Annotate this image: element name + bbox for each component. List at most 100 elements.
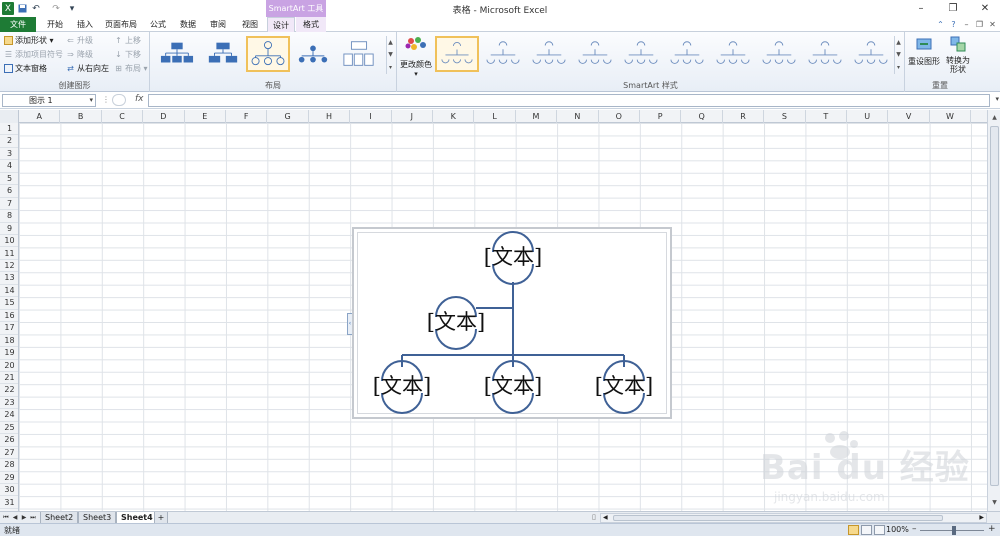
tab-page-layout[interactable]: 页面布局 [100,17,142,32]
row-header[interactable]: 23 [0,397,18,410]
row-header[interactable]: 7 [0,198,18,211]
column-header[interactable]: K [433,110,475,123]
layout-option-table-hierarchy[interactable] [338,36,380,72]
column-header[interactable]: L [474,110,516,123]
column-header[interactable]: O [599,110,640,123]
column-header[interactable]: B [60,110,102,123]
row-header[interactable]: 1 [0,123,18,136]
scroll-up-icon[interactable]: ▲ [988,112,1000,124]
smartart-node-text[interactable]: [文本] [473,373,553,399]
tab-file[interactable]: 文件 [0,17,36,32]
row-header[interactable]: 31 [0,497,18,509]
row-header[interactable]: 25 [0,422,18,435]
tab-split-handle-icon[interactable]: ▯ [592,513,596,521]
smartart-style-option[interactable] [665,36,709,72]
workbook-restore-icon[interactable]: ❐ [974,19,985,30]
column-header[interactable]: M [516,110,558,123]
layout-option-org-chart[interactable] [156,36,198,72]
workbook-minimize-icon[interactable]: – [961,19,972,30]
column-header[interactable]: J [392,110,433,123]
column-header[interactable]: N [557,110,599,123]
column-header[interactable]: I [350,110,392,123]
smartart-style-option[interactable] [803,36,847,72]
smartart-node-text[interactable]: [文本] [584,373,664,399]
tab-format[interactable]: 格式 [296,17,326,32]
smartart-style-option[interactable] [481,36,525,72]
row-header[interactable]: 6 [0,185,18,198]
smartart-node-text[interactable]: [文本] [473,244,553,270]
scroll-up-icon[interactable]: ▲ [896,39,901,46]
column-header[interactable]: H [309,110,351,123]
zoom-in-icon[interactable]: + [988,524,996,534]
layout-option-circle-hierarchy[interactable] [246,36,290,72]
zoom-level[interactable]: 100% [886,525,909,534]
row-header[interactable]: 30 [0,484,18,497]
add-bullet-button[interactable]: ☰ 添加项目符号 [4,48,63,61]
row-header[interactable]: 12 [0,260,18,273]
column-header[interactable]: A [19,110,61,123]
scroll-down-icon[interactable]: ▼ [896,51,901,58]
help-icon[interactable]: ? [948,19,959,30]
row-header[interactable]: 5 [0,173,18,186]
column-header[interactable]: W [930,110,972,123]
style-gallery-scroller[interactable]: ▲ ▼ ▾ [894,36,902,74]
gallery-more-icon[interactable]: ▾ [389,64,392,71]
row-header[interactable]: 29 [0,472,18,485]
zoom-out-icon[interactable]: – [912,524,917,534]
restore-icon[interactable]: ❐ [942,0,964,17]
column-header[interactable]: D [143,110,185,123]
column-header[interactable]: Q [681,110,723,123]
row-header[interactable]: 19 [0,347,18,360]
vertical-scrollbar[interactable]: ▲ ▼ [987,110,1000,511]
scroll-left-icon[interactable]: ◀ [603,514,608,521]
smartart-style-option[interactable] [849,36,893,72]
column-header[interactable]: T [806,110,847,123]
workbook-close-icon[interactable]: ✕ [987,19,998,30]
name-box-dropdown-icon[interactable]: ▾ [89,95,93,106]
text-pane-button[interactable]: 文本窗格 [4,62,47,75]
smartart-style-option[interactable] [711,36,755,72]
column-header[interactable]: E [185,110,226,123]
formula-bar-splitter-icon[interactable]: ⋮ [102,95,110,104]
row-header[interactable]: 26 [0,434,18,447]
tab-design[interactable]: 设计 [267,17,295,33]
tab-home[interactable]: 开始 [40,17,70,32]
column-header[interactable]: V [888,110,930,123]
close-icon[interactable]: ✕ [974,0,996,17]
column-header[interactable]: R [723,110,765,123]
gallery-more-icon[interactable]: ▾ [897,64,900,71]
demote-button[interactable]: ⇒ 降级 [66,48,93,61]
row-header[interactable]: 28 [0,459,18,472]
layout-gallery-scroller[interactable]: ▲ ▼ ▾ [386,36,394,74]
move-down-button[interactable]: ↓ 下移 [114,48,141,61]
tab-formulas[interactable]: 公式 [143,17,173,32]
scroll-down-icon[interactable]: ▼ [388,51,393,58]
row-header[interactable]: 18 [0,335,18,348]
smartart-style-option[interactable] [527,36,571,72]
expand-formula-bar-icon[interactable]: ▾ [995,95,999,103]
smartart-style-option[interactable] [619,36,663,72]
column-header[interactable]: U [847,110,889,123]
add-shape-button[interactable]: 添加形状 ▾ [4,34,54,47]
row-header[interactable]: 9 [0,223,18,236]
right-to-left-button[interactable]: ⇄ 从右向左 [66,62,109,75]
tab-insert[interactable]: 插入 [70,17,100,32]
column-header[interactable]: F [226,110,268,123]
move-up-button[interactable]: ↑ 上移 [114,34,141,47]
row-header[interactable]: 20 [0,360,18,372]
row-header[interactable]: 21 [0,372,18,385]
row-header[interactable]: 24 [0,409,18,422]
smartart-node-text[interactable]: [文本] [362,373,442,399]
row-header[interactable]: 10 [0,235,18,248]
normal-view-icon[interactable] [848,525,859,535]
vertical-scroll-thumb[interactable] [990,126,999,486]
layout-option-horizontal-hierarchy[interactable] [292,36,334,72]
minimize-icon[interactable]: – [910,0,932,17]
row-header[interactable]: 11 [0,248,18,260]
minimize-ribbon-icon[interactable]: ⌃ [935,19,946,30]
change-colors-button[interactable]: 更改颜色 ▾ [399,34,433,80]
column-header[interactable]: S [764,110,806,123]
scroll-up-icon[interactable]: ▲ [388,39,393,46]
page-layout-view-icon[interactable] [861,525,872,535]
layout-option-name-title[interactable] [202,36,244,72]
